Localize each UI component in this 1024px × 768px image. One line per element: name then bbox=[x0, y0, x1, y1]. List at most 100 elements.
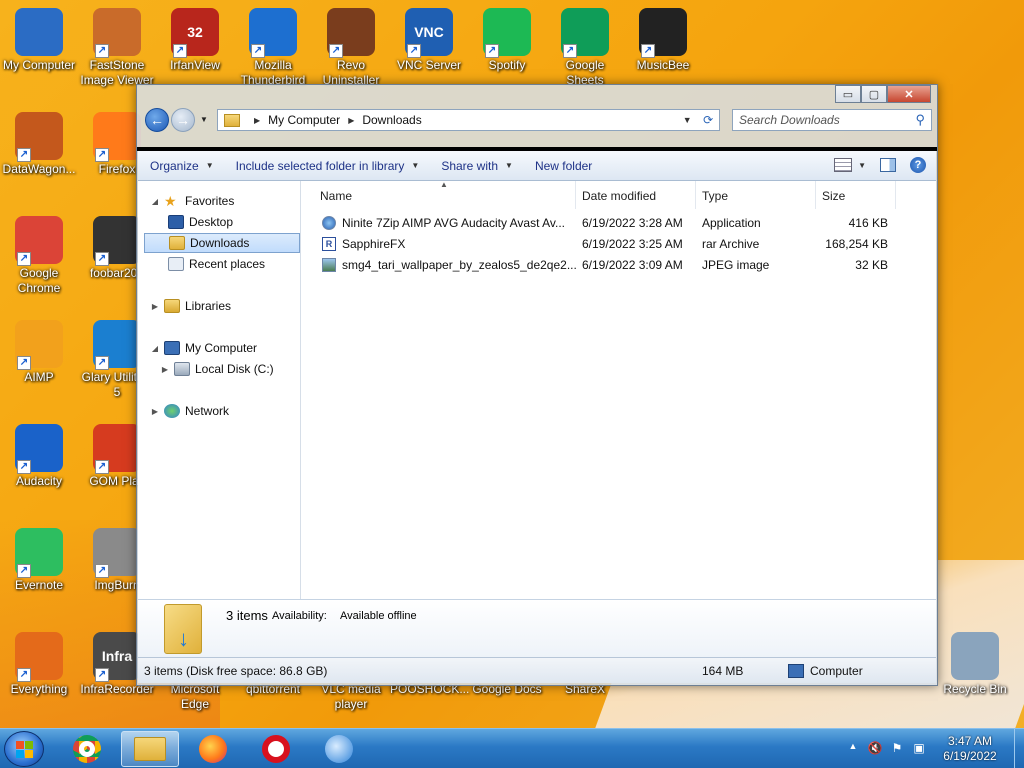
help-icon[interactable]: ? bbox=[910, 157, 926, 173]
taskbar-explorer[interactable] bbox=[121, 731, 179, 767]
share-with-button[interactable]: Share with ▼ bbox=[429, 159, 523, 173]
volume-muted-icon[interactable]: 🔇 bbox=[867, 741, 883, 757]
opera-icon bbox=[262, 735, 290, 763]
nav-local-disk[interactable]: ▶ Local Disk (C:) bbox=[160, 359, 274, 379]
nav-desktop-label: Desktop bbox=[189, 215, 234, 229]
new-folder-button[interactable]: New folder bbox=[523, 159, 602, 173]
address-bar[interactable]: ▶ My Computer ▶ Downloads ▼ ⟳ bbox=[217, 109, 720, 131]
search-icon[interactable]: ⚲ bbox=[915, 112, 925, 128]
maximize-button[interactable]: ▢ bbox=[861, 85, 887, 103]
taskbar-firefox[interactable] bbox=[184, 731, 242, 767]
address-dropdown-icon[interactable]: ▼ bbox=[683, 115, 692, 125]
foobar-icon: ↗ bbox=[93, 216, 141, 266]
change-view-icon[interactable] bbox=[834, 158, 853, 172]
file-row[interactable]: smg4_tari_wallpaper_by_zealos5_de2qe2...… bbox=[302, 255, 936, 276]
file-list: ▲ Name Date modified Type Size Ninite 7Z… bbox=[302, 180, 936, 599]
search-input[interactable]: Search Downloads ⚲ bbox=[732, 109, 932, 131]
close-button[interactable]: ✕ bbox=[887, 85, 931, 103]
desktop-icon-audacity[interactable]: ↗ Audacity bbox=[0, 424, 78, 489]
evernote-icon: ↗ bbox=[15, 528, 63, 578]
start-button[interactable] bbox=[4, 731, 44, 767]
preview-pane-icon[interactable] bbox=[880, 158, 896, 172]
show-desktop-button[interactable] bbox=[1014, 729, 1024, 768]
desktop-icon-recycle-bin[interactable]: Recycle Bin bbox=[936, 632, 1014, 697]
expand-arrow-icon[interactable]: ▶ bbox=[160, 365, 170, 374]
desktop-icon bbox=[168, 215, 184, 229]
title-bar[interactable]: ▭ ▢ ✕ bbox=[137, 85, 937, 107]
explorer-content: ◢ ★ Favorites Desktop Downloads Recent p… bbox=[138, 180, 936, 599]
back-button[interactable]: ← bbox=[145, 108, 169, 132]
desktop-icon-datawagon[interactable]: ↗ DataWagon... bbox=[0, 112, 78, 177]
taskbar-thunderbird[interactable] bbox=[310, 731, 368, 767]
nav-network[interactable]: ▶ Network bbox=[150, 401, 229, 421]
desktop-icon-faststone[interactable]: ↗ FastStone Image Viewer bbox=[78, 8, 156, 88]
details-pane: ↓ 3 items Availability: Available offlin… bbox=[138, 599, 936, 657]
desktop-icon-vnc[interactable]: VNC ↗ VNC Server bbox=[390, 8, 468, 73]
desktop-icon-sheets[interactable]: ↗ Google Sheets bbox=[546, 8, 624, 88]
expand-arrow-icon[interactable]: ▶ bbox=[150, 302, 160, 311]
organize-button[interactable]: Organize ▼ bbox=[138, 159, 224, 173]
column-header-type[interactable]: Type bbox=[696, 181, 816, 209]
file-row[interactable]: R SapphireFX 6/19/2022 3:25 AM rar Archi… bbox=[302, 234, 936, 255]
file-size: 32 KB bbox=[855, 258, 888, 272]
firefox-icon bbox=[199, 735, 227, 763]
minimize-button[interactable]: ▭ bbox=[835, 85, 861, 103]
details-item-count: 3 items bbox=[226, 608, 268, 623]
shortcut-arrow-icon: ↗ bbox=[17, 356, 31, 370]
nav-desktop[interactable]: Desktop bbox=[164, 212, 233, 232]
column-header-size[interactable]: Size bbox=[816, 181, 896, 209]
shortcut-arrow-icon: ↗ bbox=[95, 564, 109, 578]
desktop-icon-thunderbird[interactable]: ↗ Mozilla Thunderbird bbox=[234, 8, 312, 88]
desktop-icon-aimp[interactable]: ↗ AIMP bbox=[0, 320, 78, 385]
nav-favorites[interactable]: ◢ ★ Favorites bbox=[150, 191, 234, 211]
shortcut-arrow-icon: ↗ bbox=[95, 668, 109, 682]
desktop-icon-label: Audacity bbox=[15, 474, 63, 488]
file-size: 168,254 KB bbox=[825, 237, 888, 251]
nav-libraries-label: Libraries bbox=[185, 299, 232, 313]
recent-pages-dropdown[interactable]: ▼ bbox=[200, 115, 208, 124]
breadcrumb-separator[interactable]: ▶ bbox=[348, 116, 354, 125]
show-hidden-icons-icon[interactable]: ▲ bbox=[845, 741, 861, 757]
desktop-icon-irfanview[interactable]: 32 ↗ IrfanView bbox=[156, 8, 234, 73]
column-size-label: Size bbox=[822, 189, 846, 203]
collapse-arrow-icon[interactable]: ◢ bbox=[150, 197, 160, 206]
desktop-icon-evernote[interactable]: ↗ Evernote bbox=[0, 528, 78, 593]
action-center-flag-icon[interactable]: ⚑ bbox=[889, 741, 905, 757]
desktop-icon-spotify[interactable]: ↗ Spotify bbox=[468, 8, 546, 73]
breadcrumb-separator[interactable]: ▶ bbox=[254, 116, 260, 125]
system-tray: ▲ 🔇 ⚑ ▣ 3:47 AM 6/19/2022 bbox=[842, 729, 1024, 768]
desktop-icon-label: My Computer bbox=[2, 58, 76, 72]
desktop-icon-computer[interactable]: My Computer bbox=[0, 8, 78, 73]
forward-button[interactable]: → bbox=[171, 108, 195, 132]
taskbar-opera[interactable] bbox=[247, 731, 305, 767]
file-row[interactable]: Ninite 7Zip AIMP AVG Audacity Avast Av..… bbox=[302, 213, 936, 234]
shortcut-arrow-icon: ↗ bbox=[641, 44, 655, 58]
desktop-icon-everything[interactable]: ↗ Everything bbox=[0, 632, 78, 697]
expand-arrow-icon[interactable]: ▶ bbox=[150, 407, 160, 416]
desktop-icon-chrome[interactable]: ↗ Google Chrome bbox=[0, 216, 78, 296]
breadcrumb-downloads[interactable]: Downloads bbox=[362, 113, 421, 127]
nav-downloads[interactable]: Downloads bbox=[144, 233, 300, 253]
desktop-icon-musicbee[interactable]: ↗ MusicBee bbox=[624, 8, 702, 73]
taskbar-chrome[interactable] bbox=[58, 731, 116, 767]
nav-my-computer[interactable]: ◢ My Computer bbox=[150, 338, 257, 358]
datawagon-icon: ↗ bbox=[15, 112, 63, 162]
clock[interactable]: 3:47 AM 6/19/2022 bbox=[930, 734, 1010, 764]
file-type: Application bbox=[702, 216, 761, 230]
network-icon[interactable]: ▣ bbox=[911, 741, 927, 757]
nav-downloads-label: Downloads bbox=[190, 236, 250, 250]
collapse-arrow-icon[interactable]: ◢ bbox=[150, 344, 160, 353]
breadcrumb-my-computer[interactable]: My Computer bbox=[268, 113, 340, 127]
include-in-library-button[interactable]: Include selected folder in library ▼ bbox=[224, 159, 430, 173]
column-header-name[interactable]: ▲ Name bbox=[302, 180, 576, 209]
chevron-down-icon[interactable]: ▼ bbox=[858, 161, 866, 170]
refresh-icon[interactable]: ⟳ bbox=[703, 113, 713, 127]
desktop-icon-revo[interactable]: ↗ Revo Uninstaller bbox=[312, 8, 390, 88]
shortcut-arrow-icon: ↗ bbox=[485, 44, 499, 58]
nav-libraries[interactable]: ▶ Libraries bbox=[150, 296, 231, 316]
imgburn-icon: ↗ bbox=[93, 528, 141, 578]
organize-label: Organize bbox=[150, 158, 199, 173]
column-header-date[interactable]: Date modified bbox=[576, 181, 696, 209]
file-date: 6/19/2022 3:28 AM bbox=[582, 216, 683, 230]
nav-recent-places[interactable]: Recent places bbox=[164, 254, 265, 274]
